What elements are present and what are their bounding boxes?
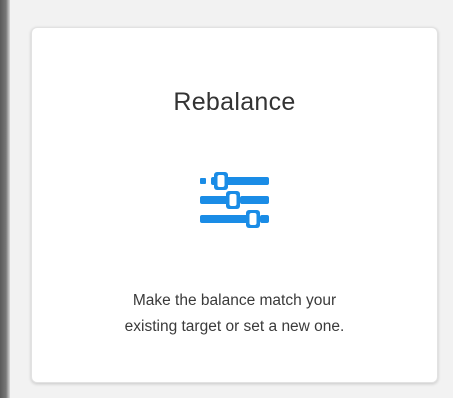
rebalance-card[interactable]: Rebalance Make the balance match your ex… [31,27,438,383]
card-title: Rebalance [173,88,296,116]
left-edge-shadow [0,0,10,398]
page-background: Rebalance Make the balance match your ex… [0,0,453,398]
sliders-icon [200,172,269,228]
card-description: Make the balance match your existing tar… [52,288,417,340]
description-line-1: Make the balance match your [132,292,337,309]
description-line-2: existing target or set a new one. [124,318,345,335]
